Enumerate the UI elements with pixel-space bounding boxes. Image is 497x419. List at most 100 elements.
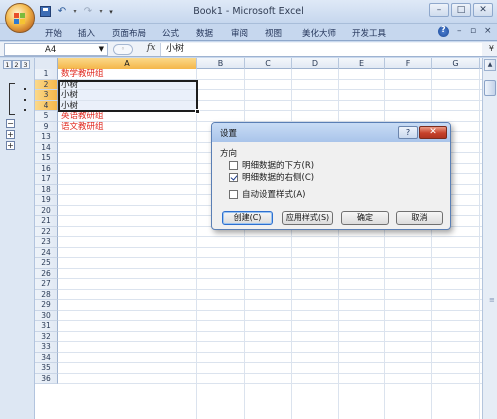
- tab-home[interactable]: 开始: [45, 27, 62, 39]
- row-header-2[interactable]: 2: [35, 79, 58, 90]
- row-header-23[interactable]: 23: [35, 237, 58, 248]
- row-header-31[interactable]: 31: [35, 321, 58, 332]
- scrollbar-split-handle[interactable]: ≡: [489, 296, 495, 304]
- row-header-36[interactable]: 36: [35, 373, 58, 384]
- row-header-35[interactable]: 35: [35, 363, 58, 374]
- cell-a1[interactable]: 数学教研组: [61, 69, 104, 79]
- row-header-14[interactable]: 14: [35, 142, 58, 153]
- outline-expand-button[interactable]: +: [6, 141, 15, 150]
- cancel-button[interactable]: 取消: [396, 211, 443, 225]
- scroll-up-button[interactable]: ▲: [484, 59, 496, 71]
- gridline-horizontal: [58, 288, 482, 290]
- worksheet-grid[interactable]: ABCDEFG 1 2 3 4 5 9 13 14 15 16 17 18 19 20 21 22 23 24 25…: [35, 58, 482, 419]
- insert-function-button[interactable]: fx: [147, 43, 155, 53]
- maximize-button[interactable]: □: [451, 3, 471, 17]
- auto-styles-option[interactable]: 自动设置样式(A): [229, 188, 305, 200]
- summary-below-option[interactable]: 明细数据的下方(R): [229, 159, 314, 171]
- column-header-e[interactable]: E: [339, 58, 385, 69]
- tab-view[interactable]: 视图: [265, 27, 282, 39]
- dialog-title-bar[interactable]: 设置 ? ✕: [212, 123, 450, 142]
- row-header-22[interactable]: 22: [35, 226, 58, 237]
- tab-developer[interactable]: 开发工具: [352, 27, 386, 39]
- row-header-16[interactable]: 16: [35, 163, 58, 174]
- chevron-down-icon[interactable]: ▼: [99, 45, 104, 53]
- summary-below-checkbox[interactable]: [229, 160, 238, 170]
- row-header-24[interactable]: 24: [35, 247, 58, 258]
- row-header-13[interactable]: 13: [35, 132, 58, 143]
- tab-beautify-master[interactable]: 美化大师: [302, 27, 336, 39]
- expand-formula-bar-icon[interactable]: ¥: [489, 44, 494, 53]
- row-header-33[interactable]: 33: [35, 342, 58, 353]
- office-button[interactable]: [5, 3, 35, 33]
- gridline-horizontal: [58, 267, 482, 269]
- gridline-horizontal: [58, 351, 482, 353]
- column-header-a[interactable]: A: [58, 58, 197, 69]
- dialog-help-button[interactable]: ?: [398, 126, 418, 139]
- row-header-21[interactable]: 21: [35, 216, 58, 227]
- scrollbar-thumb[interactable]: [484, 80, 496, 96]
- row-header-15[interactable]: 15: [35, 153, 58, 164]
- column-header-c[interactable]: C: [245, 58, 292, 69]
- auto-styles-label: 自动设置样式(A): [242, 190, 306, 200]
- title-bar: ↶ ▾ ↷ ▾ ▾ Book1 - Microsoft Excel – □ ✕: [0, 0, 497, 24]
- vertical-scrollbar[interactable]: ▲ ≡: [482, 58, 497, 419]
- row-header-32[interactable]: 32: [35, 331, 58, 342]
- tab-page-layout[interactable]: 页面布局: [112, 27, 146, 39]
- row-header-5[interactable]: 5: [35, 111, 58, 122]
- tab-data[interactable]: 数据: [196, 27, 213, 39]
- outline-level-3-button[interactable]: 3: [21, 60, 30, 69]
- row-header-4[interactable]: 4: [35, 100, 58, 111]
- cell-a9[interactable]: 语文教研组: [61, 122, 104, 132]
- row-header-28[interactable]: 28: [35, 289, 58, 300]
- row-header-9[interactable]: 9: [35, 121, 58, 132]
- auto-styles-checkbox[interactable]: [229, 189, 238, 199]
- summary-right-checkbox[interactable]: [229, 172, 238, 182]
- summary-right-option[interactable]: 明细数据的右侧(C): [229, 171, 314, 183]
- row-header-34[interactable]: 34: [35, 352, 58, 363]
- fill-handle[interactable]: [195, 109, 200, 114]
- help-icon[interactable]: [438, 25, 449, 37]
- tab-insert[interactable]: 插入: [78, 27, 95, 39]
- outline-dot: [24, 88, 26, 90]
- ribbon-restore-button[interactable]: ▫: [470, 26, 476, 36]
- close-window-button[interactable]: ✕: [473, 3, 493, 17]
- row-header-18[interactable]: 18: [35, 184, 58, 195]
- formula-input[interactable]: 小树: [160, 43, 482, 56]
- tab-review[interactable]: 审阅: [231, 27, 248, 39]
- ok-button[interactable]: 确定: [341, 211, 389, 225]
- cell-a5[interactable]: 英语教研组: [61, 111, 104, 121]
- apply-styles-button[interactable]: 应用样式(S): [282, 211, 333, 225]
- outline-level-2-button[interactable]: 2: [12, 60, 21, 69]
- outline-level-1-button[interactable]: 1: [3, 60, 12, 69]
- row-header-26[interactable]: 26: [35, 268, 58, 279]
- column-header-f[interactable]: F: [385, 58, 432, 69]
- outline-dot: [24, 99, 26, 101]
- column-header-g[interactable]: G: [432, 58, 480, 69]
- formula-bar-handle[interactable]: ◦: [113, 44, 133, 55]
- minimize-button[interactable]: –: [429, 3, 449, 17]
- tab-formulas[interactable]: 公式: [162, 27, 179, 39]
- row-header-29[interactable]: 29: [35, 300, 58, 311]
- row-header-25[interactable]: 25: [35, 258, 58, 269]
- row-header-27[interactable]: 27: [35, 279, 58, 290]
- name-box[interactable]: A4 ▼: [4, 43, 108, 56]
- ribbon-close-button[interactable]: ×: [484, 26, 492, 36]
- row-header-20[interactable]: 20: [35, 205, 58, 216]
- create-button[interactable]: 创建(C): [222, 211, 273, 225]
- outline-expand-button[interactable]: +: [6, 130, 15, 139]
- outline-dot: [24, 109, 26, 111]
- minimize-icon: –: [436, 5, 442, 15]
- gridline-vertical: [479, 69, 480, 419]
- outline-collapse-button[interactable]: −: [6, 119, 15, 128]
- row-header-19[interactable]: 19: [35, 195, 58, 206]
- ribbon-minimize-button[interactable]: –: [457, 26, 462, 36]
- row-header-30[interactable]: 30: [35, 310, 58, 321]
- row-header-3[interactable]: 3: [35, 90, 58, 101]
- row-header-1[interactable]: 1: [35, 69, 58, 80]
- row-header-17[interactable]: 17: [35, 174, 58, 185]
- dialog-close-button[interactable]: ✕: [419, 126, 447, 139]
- column-header-d[interactable]: D: [292, 58, 339, 69]
- name-box-value: A4: [45, 45, 57, 55]
- select-all-button[interactable]: [35, 58, 58, 69]
- column-header-b[interactable]: B: [197, 58, 245, 69]
